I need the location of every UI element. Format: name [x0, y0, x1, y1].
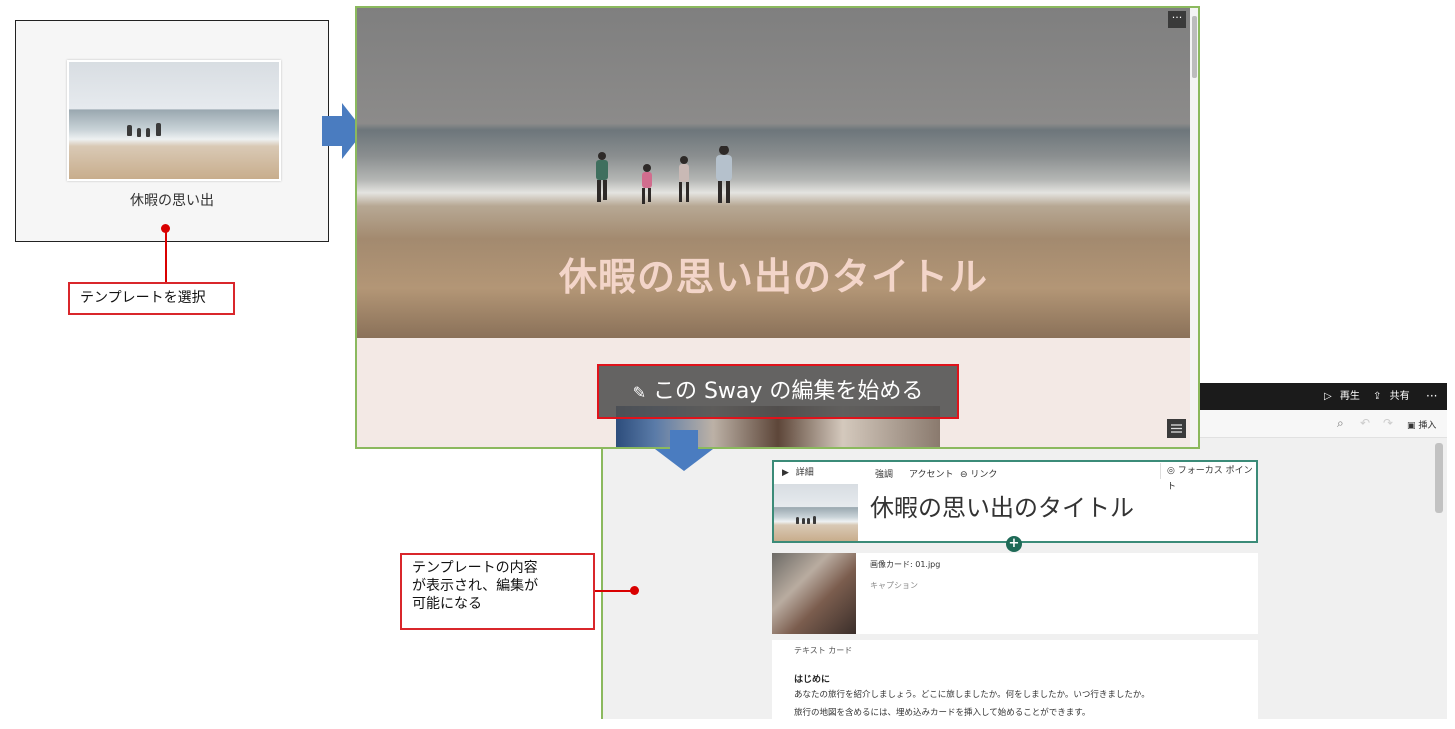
- add-card-button[interactable]: +: [1006, 536, 1022, 552]
- insert-button[interactable]: ▣ 挿入: [1407, 418, 1436, 431]
- sway-preview-window: 休暇の思い出のタイトル ··· ✎ この Sway の編集を始める: [355, 6, 1200, 449]
- title-card-toolbar: 強調 アクセント ⊖ リンク ◎ フォーカス ポイント: [858, 462, 1258, 492]
- text-card-heading[interactable]: はじめに: [794, 672, 830, 685]
- title-card-title[interactable]: 休暇の思い出のタイトル: [870, 488, 1134, 523]
- template-thumbnail: [67, 60, 281, 181]
- hero-title: 休暇の思い出のタイトル: [558, 255, 988, 299]
- content-editable-callout: テンプレートの内容 が表示され、編集が 可能になる: [400, 553, 595, 630]
- image-card[interactable]: 画像カード: 01.jpg キャプション: [772, 553, 1258, 634]
- callout-dot: [630, 586, 639, 595]
- redo-icon[interactable]: ↷: [1383, 416, 1393, 430]
- emphasis-tab[interactable]: 強調: [875, 467, 893, 480]
- callout-line: 可能になる: [412, 596, 482, 612]
- insert-label: 挿入: [1418, 421, 1437, 431]
- focus-point-icon: ◎: [1167, 466, 1175, 476]
- search-icon[interactable]: ⌕: [1337, 416, 1344, 431]
- image-card-thumbnail: [772, 553, 856, 634]
- share-label: 共有: [1389, 391, 1410, 402]
- share-button[interactable]: ⇪ 共有: [1373, 383, 1410, 410]
- image-card-label: 画像カード: 01.jpg: [870, 560, 941, 569]
- text-card-body-line[interactable]: あなたの旅行を紹介しましょう。どこに旅しましたか。何をしましたか。いつ行きました…: [794, 688, 1150, 700]
- editor-scrollbar[interactable]: [1435, 443, 1443, 513]
- play-button[interactable]: ▷ 再生: [1324, 383, 1360, 410]
- details-label: 詳細: [795, 468, 814, 478]
- focus-point-button[interactable]: ◎ フォーカス ポイント: [1160, 463, 1258, 492]
- arrow-right-icon: [322, 116, 342, 146]
- callout-connector: [164, 230, 167, 282]
- caption-input[interactable]: キャプション: [870, 580, 918, 591]
- details-toggle[interactable]: ▶ 詳細: [774, 462, 858, 484]
- undo-icon[interactable]: ↶: [1360, 416, 1370, 430]
- title-card-thumbnail: [774, 484, 858, 541]
- share-icon: ⇪: [1373, 391, 1382, 402]
- hero-image: 休暇の思い出のタイトル: [357, 8, 1190, 338]
- focus-point-label: フォーカス ポイント: [1167, 466, 1253, 492]
- link-tab[interactable]: ⊖ リンク: [960, 467, 997, 480]
- link-icon: ⊖: [960, 470, 968, 480]
- play-icon: ▷: [1324, 391, 1332, 402]
- link-label: リンク: [970, 470, 998, 480]
- more-options-button[interactable]: ···: [1168, 11, 1186, 28]
- play-label: 再生: [1339, 391, 1360, 402]
- select-template-callout: テンプレートを選択: [68, 282, 235, 315]
- preview-scrollbar-thumb[interactable]: [1192, 16, 1197, 78]
- callout-connector: [595, 590, 635, 592]
- accent-tab[interactable]: アクセント: [909, 467, 954, 480]
- title-card[interactable]: ▶ 詳細 強調 アクセント ⊖ リンク ◎ フォーカス ポイント 休暇の思い出の…: [772, 460, 1258, 543]
- family-silhouette: [596, 146, 732, 204]
- caret-right-icon: ▶: [782, 468, 789, 478]
- arrow-down-head: [655, 449, 713, 471]
- callout-line: が表示され、編集が: [412, 578, 539, 594]
- text-card[interactable]: テキスト カード はじめに あなたの旅行を紹介しましょう。どこに旅しましたか。何…: [772, 640, 1258, 719]
- more-options-button[interactable]: ···: [1426, 383, 1437, 410]
- arrow-down-icon: [670, 430, 698, 450]
- template-name: 休暇の思い出: [130, 193, 214, 209]
- callout-line: テンプレートの内容: [412, 560, 538, 576]
- edit-button-highlight: [597, 364, 959, 419]
- picture-icon: ▣: [1407, 421, 1416, 431]
- navigation-icon[interactable]: [1167, 419, 1186, 438]
- text-card-body-line[interactable]: 旅行の地図を含めるには、埋め込みカードを挿入して始めることができます。: [794, 706, 1090, 718]
- text-card-label: テキスト カード: [794, 646, 853, 655]
